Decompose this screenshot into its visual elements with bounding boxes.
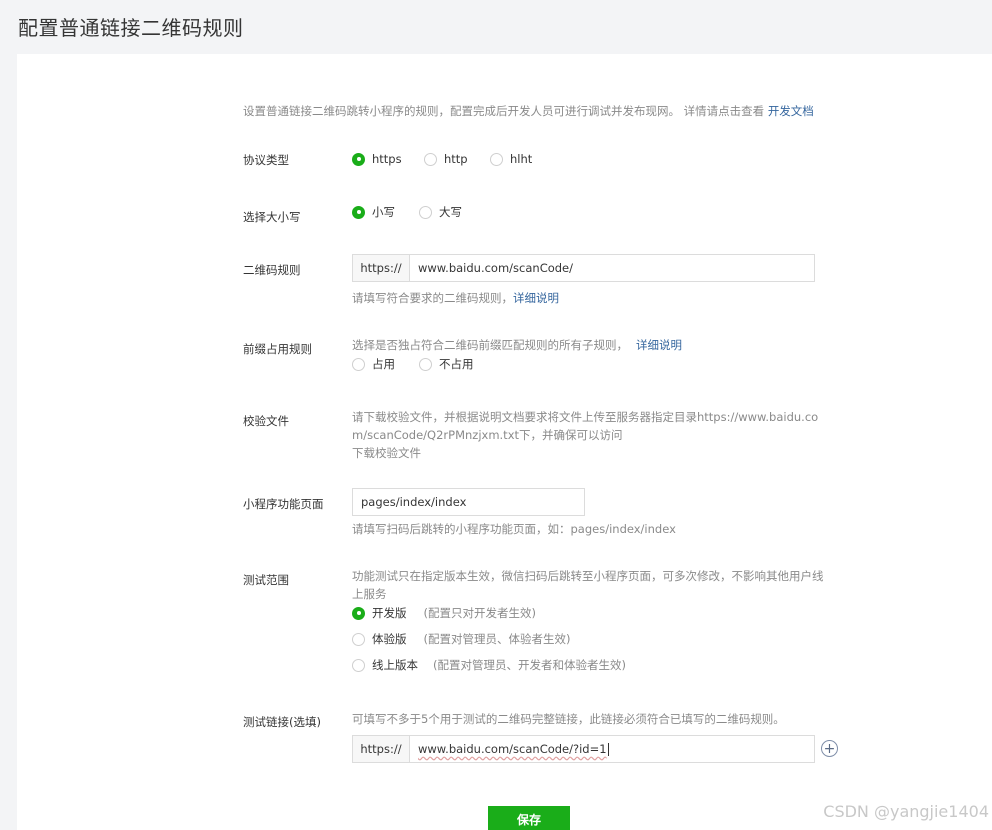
test-scope-line1: 功能测试只在指定版本生效，微信扫码后跳转至小程序页面，可多次修改，不影响其他用户… (352, 569, 824, 583)
prefix-rule-details-link[interactable]: 详细说明 (636, 338, 682, 352)
radio-https[interactable]: https (352, 152, 402, 166)
radio-http-label: http (444, 152, 468, 166)
test-link-value: www.baidu.com/scanCode/?id=1 (418, 742, 607, 756)
test-link-input[interactable]: www.baidu.com/scanCode/?id=1 (410, 736, 814, 762)
test-link-prefix: https:// (353, 736, 410, 762)
dev-docs-link[interactable]: 开发文档 (768, 104, 814, 118)
radio-hlht-circle[interactable] (490, 152, 503, 166)
radio-trial-version-circle[interactable] (352, 632, 365, 646)
radio-not-occupy-label: 不占用 (439, 357, 474, 371)
radio-occupy-circle[interactable] (352, 357, 365, 371)
verify-file-line2: m/scanCode/Q2rPMnzjxm.txt下，并确保可以访问 (352, 428, 623, 442)
radio-online-version-circle[interactable] (352, 658, 365, 672)
qr-rule-label: 二维码规则 (243, 263, 301, 277)
mini-page-input[interactable]: pages/index/index (353, 489, 584, 515)
radio-hlht[interactable]: hlht (490, 152, 532, 166)
radio-uppercase-circle[interactable] (419, 205, 432, 219)
radio-dev-version-note: (配置只对开发者生效) (423, 606, 536, 620)
verify-file-label: 校验文件 (243, 414, 289, 428)
qr-rule-field[interactable]: https:// www.baidu.com/scanCode/ (352, 254, 815, 282)
download-verify-file-link[interactable]: 下载校验文件 (352, 445, 421, 461)
text-caret (607, 742, 609, 756)
radio-https-circle[interactable] (352, 152, 365, 166)
watermark: CSDN @yangjie1404 (823, 802, 989, 821)
radio-https-label: https (372, 152, 402, 166)
radio-http[interactable]: http (424, 152, 468, 166)
mini-page-label: 小程序功能页面 (243, 497, 324, 511)
radio-hlht-label: hlht (510, 152, 533, 166)
radio-online-version[interactable]: 线上版本 (配置对管理员、开发者和体验者生效) (352, 657, 626, 673)
add-test-link-icon[interactable]: + (821, 740, 838, 757)
radio-online-version-note: (配置对管理员、开发者和体验者生效) (433, 658, 626, 672)
case-label: 选择大小写 (243, 210, 301, 224)
intro-text: 设置普通链接二维码跳转小程序的规则，配置完成后开发人员可进行调试并发布现网。 详… (243, 103, 814, 119)
qr-rule-input[interactable]: www.baidu.com/scanCode/ (410, 255, 814, 281)
radio-trial-version-label: 体验版 (372, 632, 407, 646)
qr-rule-prefix: https:// (353, 255, 410, 281)
radio-lowercase-label: 小写 (372, 205, 395, 219)
test-link-label: 测试链接(选填) (243, 715, 321, 729)
qr-rule-hint: 请填写符合要求的二维码规则，详细说明 (352, 290, 559, 306)
radio-occupy-label: 占用 (372, 357, 395, 371)
qr-rule-details-link[interactable]: 详细说明 (513, 291, 559, 305)
test-link-hint: 可填写不多于5个用于测试的二维码完整链接，此链接必须符合已填写的二维码规则。 (352, 712, 785, 726)
page-title: 配置普通链接二维码规则 (18, 16, 244, 40)
radio-online-version-label: 线上版本 (372, 658, 418, 672)
save-button[interactable]: 保存 (488, 806, 570, 830)
radio-http-circle[interactable] (424, 152, 437, 166)
radio-uppercase[interactable]: 大写 (419, 204, 462, 220)
test-link-field[interactable]: https:// www.baidu.com/scanCode/?id=1 (352, 735, 815, 763)
test-scope-line2: 上服务 (352, 587, 387, 601)
prefix-rule-hint: 选择是否独占符合二维码前缀匹配规则的所有子规则， 详细说明 (352, 337, 682, 353)
verify-file-line1: 请下载校验文件，并根据说明文档要求将文件上传至服务器指定目录https://ww… (352, 410, 819, 424)
mini-page-hint: 请填写扫码后跳转的小程序功能页面，如：pages/index/index (352, 522, 676, 536)
qr-rule-hint-text: 请填写符合要求的二维码规则， (352, 291, 513, 305)
radio-dev-version-label: 开发版 (372, 606, 407, 620)
test-scope-label: 测试范围 (243, 573, 289, 587)
radio-occupy[interactable]: 占用 (352, 356, 395, 372)
radio-trial-version-note: (配置对管理员、体验者生效) (423, 632, 571, 646)
radio-uppercase-label: 大写 (439, 205, 462, 219)
protocol-label: 协议类型 (243, 153, 289, 167)
radio-lowercase-circle[interactable] (352, 205, 365, 219)
radio-not-occupy-circle[interactable] (419, 357, 432, 371)
radio-dev-version-circle[interactable] (352, 606, 365, 620)
radio-dev-version[interactable]: 开发版 (配置只对开发者生效) (352, 605, 536, 621)
intro-description: 设置普通链接二维码跳转小程序的规则，配置完成后开发人员可进行调试并发布现网。 详… (243, 104, 768, 118)
radio-not-occupy[interactable]: 不占用 (419, 356, 474, 372)
prefix-rule-label: 前缀占用规则 (243, 342, 312, 356)
radio-trial-version[interactable]: 体验版 (配置对管理员、体验者生效) (352, 631, 570, 647)
prefix-rule-hint-text: 选择是否独占符合二维码前缀匹配规则的所有子规则， (352, 338, 628, 352)
mini-page-field[interactable]: pages/index/index (352, 488, 585, 516)
radio-lowercase[interactable]: 小写 (352, 204, 395, 220)
